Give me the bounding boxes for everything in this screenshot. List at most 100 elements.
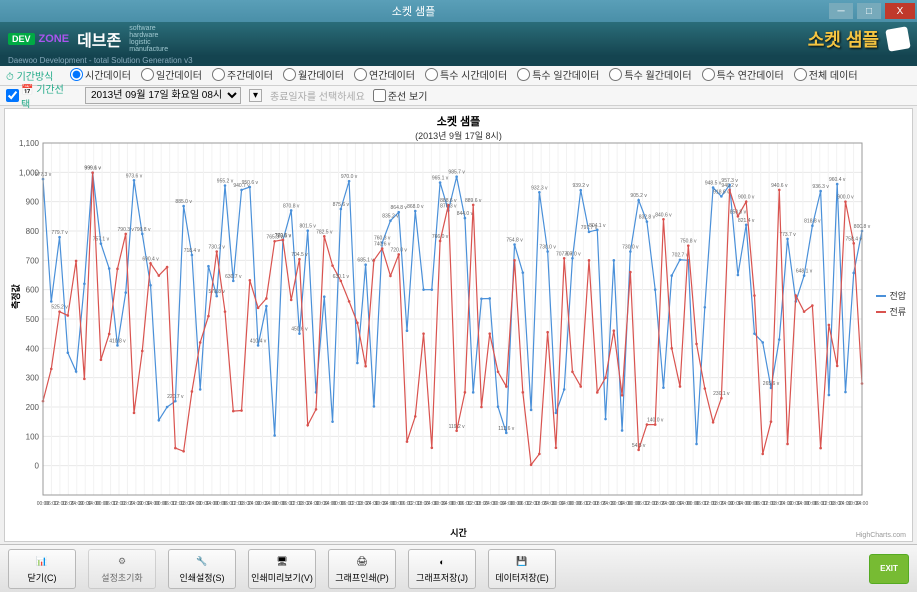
gear-icon: ⚙ <box>112 554 132 570</box>
svg-text:766.0 v: 766.0 v <box>432 234 449 240</box>
app-title-label: 소켓 샘플 <box>808 26 879 52</box>
svg-text:965.1 v: 965.1 v <box>432 176 449 182</box>
svg-text:410.4 v: 410.4 v <box>250 338 267 344</box>
svg-text:900.0 v: 900.0 v <box>738 195 755 201</box>
bottom-toolbar: 📊닫기(C) ⚙설정초기화 🔧인쇄설정(S) 🖥인쇄미리보기(V) 🖨그래프인쇄… <box>0 544 917 592</box>
svg-text:600: 600 <box>26 286 40 295</box>
save-graph-button[interactable]: ◐그래프저장(J) <box>408 549 476 589</box>
period-radio-9[interactable]: 전체 데이터 <box>794 67 858 82</box>
svg-text:840.6 v: 840.6 v <box>655 212 672 218</box>
svg-text:800: 800 <box>26 227 40 236</box>
svg-text:704.5 v: 704.5 v <box>291 252 308 258</box>
svg-text:220.7 v: 220.7 v <box>167 394 184 400</box>
svg-text:730.2 v: 730.2 v <box>209 245 226 251</box>
period-radio-2[interactable]: 주간데이터 <box>212 67 273 82</box>
date-stepper-down[interactable]: ▾ <box>249 89 262 102</box>
svg-text:835.2 v: 835.2 v <box>382 214 399 220</box>
print-settings-button[interactable]: 🔧인쇄설정(S) <box>168 549 236 589</box>
logo-zone: ZONE <box>39 33 70 45</box>
logo-korean: 데브존 <box>77 27 121 51</box>
period-select-checkbox-wrap[interactable]: 📅 기간선택 <box>6 81 77 111</box>
minimize-button[interactable]: ─ <box>829 3 853 19</box>
svg-text:770.5 v: 770.5 v <box>275 233 292 239</box>
svg-text:100: 100 <box>26 432 40 441</box>
svg-text:875.6 v: 875.6 v <box>333 202 350 208</box>
reset-settings-button[interactable]: ⚙설정초기화 <box>88 549 156 589</box>
svg-text:758.4 v: 758.4 v <box>846 236 863 242</box>
save-data-button[interactable]: 💾데이터저장(E) <box>488 549 556 589</box>
period-radio-4[interactable]: 연간데이터 <box>354 67 415 82</box>
printer-icon: 🖨 <box>352 554 372 570</box>
svg-text:779.7 v: 779.7 v <box>51 230 68 236</box>
x-axis-label: 시간 <box>450 526 467 539</box>
logo-subtext: softwarehardwarelogisticmanufacture <box>129 25 168 53</box>
svg-text:973.6 v: 973.6 v <box>126 173 143 179</box>
period-radio-6[interactable]: 특수 일간데이터 <box>517 67 599 82</box>
svg-text:790.8 v: 790.8 v <box>134 227 151 233</box>
print-preview-button[interactable]: 🖥인쇄미리보기(V) <box>248 549 316 589</box>
svg-text:948.5 v: 948.5 v <box>705 181 722 187</box>
baseline-checkbox-label: 준선 보기 <box>388 88 428 103</box>
exit-button[interactable]: EXIT <box>869 554 909 584</box>
period-mode-radios: 시간데이터 일간데이터 주간데이터 월간데이터 연간데이터 특수 시간데이터 특… <box>70 67 868 84</box>
svg-text:844.0 v: 844.0 v <box>457 211 474 217</box>
period-radio-0[interactable]: 시간데이터 <box>70 67 131 82</box>
period-radio-5[interactable]: 특수 시간데이터 <box>425 67 507 82</box>
maximize-button[interactable]: □ <box>857 3 881 19</box>
svg-text:119.2 v: 119.2 v <box>449 424 466 430</box>
close-window-button[interactable]: X <box>885 3 915 19</box>
period-date-dropdown[interactable]: 2013년 09월 17일 화요일 08시 <box>85 87 241 104</box>
period-radio-3[interactable]: 월간데이터 <box>283 67 344 82</box>
svg-text:932.3 v: 932.3 v <box>531 185 548 191</box>
svg-text:685.1 v: 685.1 v <box>357 258 374 264</box>
svg-text:900: 900 <box>26 198 40 207</box>
svg-text:630.7 v: 630.7 v <box>225 274 242 280</box>
chart-icon: 📊 <box>32 554 52 570</box>
svg-text:200: 200 <box>26 403 40 412</box>
pie-icon: ◐ <box>432 554 452 570</box>
svg-text:730.0 v: 730.0 v <box>539 245 556 251</box>
period-radio-8[interactable]: 특수 연간데이터 <box>702 67 784 82</box>
chart-legend: 전압 전류 <box>876 289 906 321</box>
svg-text:54.5 v: 54.5 v <box>632 443 646 449</box>
svg-text:850.8 v: 850.8 v <box>730 209 747 215</box>
print-graph-button[interactable]: 🖨그래프인쇄(P) <box>328 549 396 589</box>
period-radio-7[interactable]: 특수 월간데이터 <box>609 67 691 82</box>
svg-text:999.6 v: 999.6 v <box>84 166 101 172</box>
svg-text:750.8 v: 750.8 v <box>680 239 697 245</box>
svg-text:230.1 v: 230.1 v <box>713 391 730 397</box>
svg-text:864.8 v: 864.8 v <box>391 205 408 211</box>
window-title: 소켓 샘플 <box>392 3 436 19</box>
svg-text:939.2 v: 939.2 v <box>573 183 590 189</box>
end-date-disabled-text: 종료일자를 선택하세요 <box>270 88 365 103</box>
svg-text:0: 0 <box>35 462 40 471</box>
baseline-checkbox[interactable] <box>373 89 386 102</box>
wrench-icon: 🔧 <box>192 554 212 570</box>
period-radio-1[interactable]: 일간데이터 <box>141 67 202 82</box>
svg-text:885.0 v: 885.0 v <box>175 199 192 205</box>
svg-text:940.6 v: 940.6 v <box>771 183 788 189</box>
period-mode-toolbar: ⏱ 기간방식 시간데이터 일간데이터 주간데이터 월간데이터 연간데이터 특수 … <box>0 66 917 86</box>
period-select-toolbar: 📅 기간선택 2013년 09월 17일 화요일 08시 ▾ 종료일자를 선택하… <box>0 86 917 106</box>
chart-panel: 소켓 샘플 (2013년 9월 17일 8시) 측정값 010020030040… <box>4 108 913 542</box>
svg-text:707.6 v: 707.6 v <box>556 251 573 257</box>
svg-text:140.0 v: 140.0 v <box>647 418 664 424</box>
brand-tagline: Daewoo Development - total Solution Gene… <box>0 56 917 66</box>
svg-text:818.8 v: 818.8 v <box>804 219 821 225</box>
legend-series-2: 전류 <box>889 305 906 318</box>
legend-series-1: 전압 <box>889 289 906 302</box>
close-button[interactable]: 📊닫기(C) <box>8 549 76 589</box>
period-select-label: 📅 기간선택 <box>21 81 71 111</box>
chart-svg[interactable]: 01002003004005006007008009001,0001,10000… <box>5 137 912 537</box>
svg-text:730.0 v: 730.0 v <box>622 245 639 251</box>
svg-text:918.6 v: 918.6 v <box>713 189 730 195</box>
baseline-checkbox-wrap[interactable]: 준선 보기 <box>373 88 428 103</box>
svg-text:410.8 v: 410.8 v <box>109 338 126 344</box>
svg-text:648.1 v: 648.1 v <box>796 269 813 275</box>
svg-text:950.6 v: 950.6 v <box>242 180 259 186</box>
svg-text:773.7 v: 773.7 v <box>779 232 796 238</box>
chart-title: 소켓 샘플 <box>5 109 912 129</box>
svg-text:112.6 v: 112.6 v <box>498 426 515 432</box>
period-select-enable-checkbox[interactable] <box>6 89 19 102</box>
svg-text:525.2 v: 525.2 v <box>51 305 68 311</box>
